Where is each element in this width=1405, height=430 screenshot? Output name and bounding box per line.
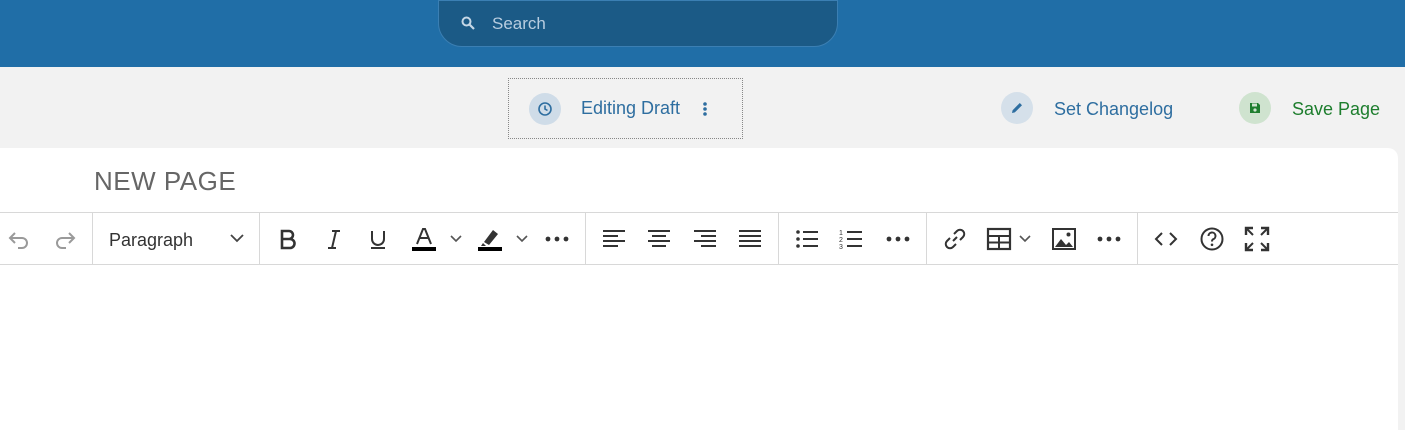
more-icon	[1097, 236, 1121, 242]
help-icon	[1200, 227, 1224, 251]
redo-icon	[56, 232, 76, 249]
table-icon	[986, 227, 1012, 251]
draft-icon-circle	[529, 93, 561, 125]
more-icon	[545, 236, 569, 242]
link-button[interactable]	[941, 225, 969, 253]
svg-text:3: 3	[839, 244, 843, 251]
svg-text:2: 2	[839, 237, 843, 244]
search-box[interactable]	[438, 0, 838, 47]
numbered-list-button[interactable]: 1 2 3	[837, 225, 865, 253]
fullscreen-button[interactable]	[1243, 225, 1271, 253]
fullscreen-icon	[1244, 226, 1270, 252]
undo-icon	[8, 232, 28, 249]
align-center-button[interactable]	[645, 225, 673, 253]
svg-text:1: 1	[839, 230, 843, 237]
help-button[interactable]	[1198, 225, 1226, 253]
justify-icon	[739, 230, 761, 247]
numbered-list-icon: 1 2 3	[839, 230, 862, 251]
more-icon	[886, 236, 910, 242]
toolbar-separator	[926, 213, 927, 265]
toolbar-separator	[585, 213, 586, 265]
source-code-icon	[1154, 232, 1178, 246]
source-code-button[interactable]	[1152, 225, 1180, 253]
toolbar-separator	[1137, 213, 1138, 265]
pencil-icon	[1012, 103, 1022, 113]
toolbar-separator	[778, 213, 779, 265]
align-left-button[interactable]	[600, 225, 628, 253]
text-color-button[interactable]	[410, 225, 438, 253]
set-changelog-label: Set Changelog	[1054, 99, 1174, 119]
justify-button[interactable]	[736, 225, 764, 253]
align-right-icon	[694, 230, 716, 247]
editor-panel: NEW PAGE Paragraph 1 2 3	[0, 148, 1398, 430]
table-button[interactable]	[985, 225, 1013, 253]
align-left-icon	[603, 230, 625, 247]
align-center-icon	[648, 230, 670, 247]
toolbar-separator	[259, 213, 260, 265]
undo-button[interactable]	[5, 225, 33, 253]
save-icon-circle	[1239, 92, 1271, 124]
toolbar-separator	[92, 213, 93, 265]
clock-icon	[538, 102, 552, 116]
block-format-value: Paragraph	[109, 230, 194, 250]
editing-draft-label: Editing Draft	[581, 98, 681, 118]
more-list-button[interactable]	[884, 225, 912, 253]
highlight-button[interactable]	[476, 225, 504, 253]
search-icon	[461, 16, 475, 30]
chevron-down-icon[interactable]	[1018, 234, 1032, 244]
more-insert-button[interactable]	[1095, 225, 1123, 253]
floppy-disk-icon	[1250, 103, 1260, 113]
image-button[interactable]	[1050, 225, 1078, 253]
text-color-icon	[412, 228, 436, 251]
editing-draft-button[interactable]: Editing Draft	[508, 78, 743, 139]
chevron-down-icon	[230, 234, 244, 243]
bold-button[interactable]	[274, 225, 302, 253]
page-action-bar: Editing Draft Set Changelog Save Page	[0, 67, 1405, 148]
italic-button[interactable]	[320, 225, 348, 253]
italic-icon	[328, 230, 340, 249]
bullet-list-button[interactable]	[793, 225, 821, 253]
align-right-button[interactable]	[691, 225, 719, 253]
more-formatting-button[interactable]	[543, 225, 571, 253]
bold-icon	[280, 229, 296, 250]
changelog-icon-circle	[1001, 92, 1033, 124]
highlight-icon	[478, 230, 502, 251]
page-title[interactable]: NEW PAGE	[94, 166, 236, 197]
chevron-down-icon[interactable]	[515, 234, 529, 244]
search-input[interactable]	[492, 11, 812, 37]
bullet-list-icon	[796, 230, 818, 248]
kebab-menu-icon[interactable]	[699, 98, 711, 120]
underline-icon	[371, 231, 385, 249]
editor-content-area[interactable]	[0, 266, 1398, 430]
save-page-label: Save Page	[1292, 99, 1381, 119]
redo-button[interactable]	[51, 225, 79, 253]
block-format-select[interactable]: Paragraph	[109, 225, 249, 253]
editor-toolbar: Paragraph 1 2 3	[0, 212, 1398, 265]
top-bar	[0, 0, 1405, 67]
underline-button[interactable]	[364, 225, 392, 253]
link-icon	[944, 228, 966, 250]
image-icon	[1052, 228, 1076, 250]
chevron-down-icon[interactable]	[449, 234, 463, 244]
